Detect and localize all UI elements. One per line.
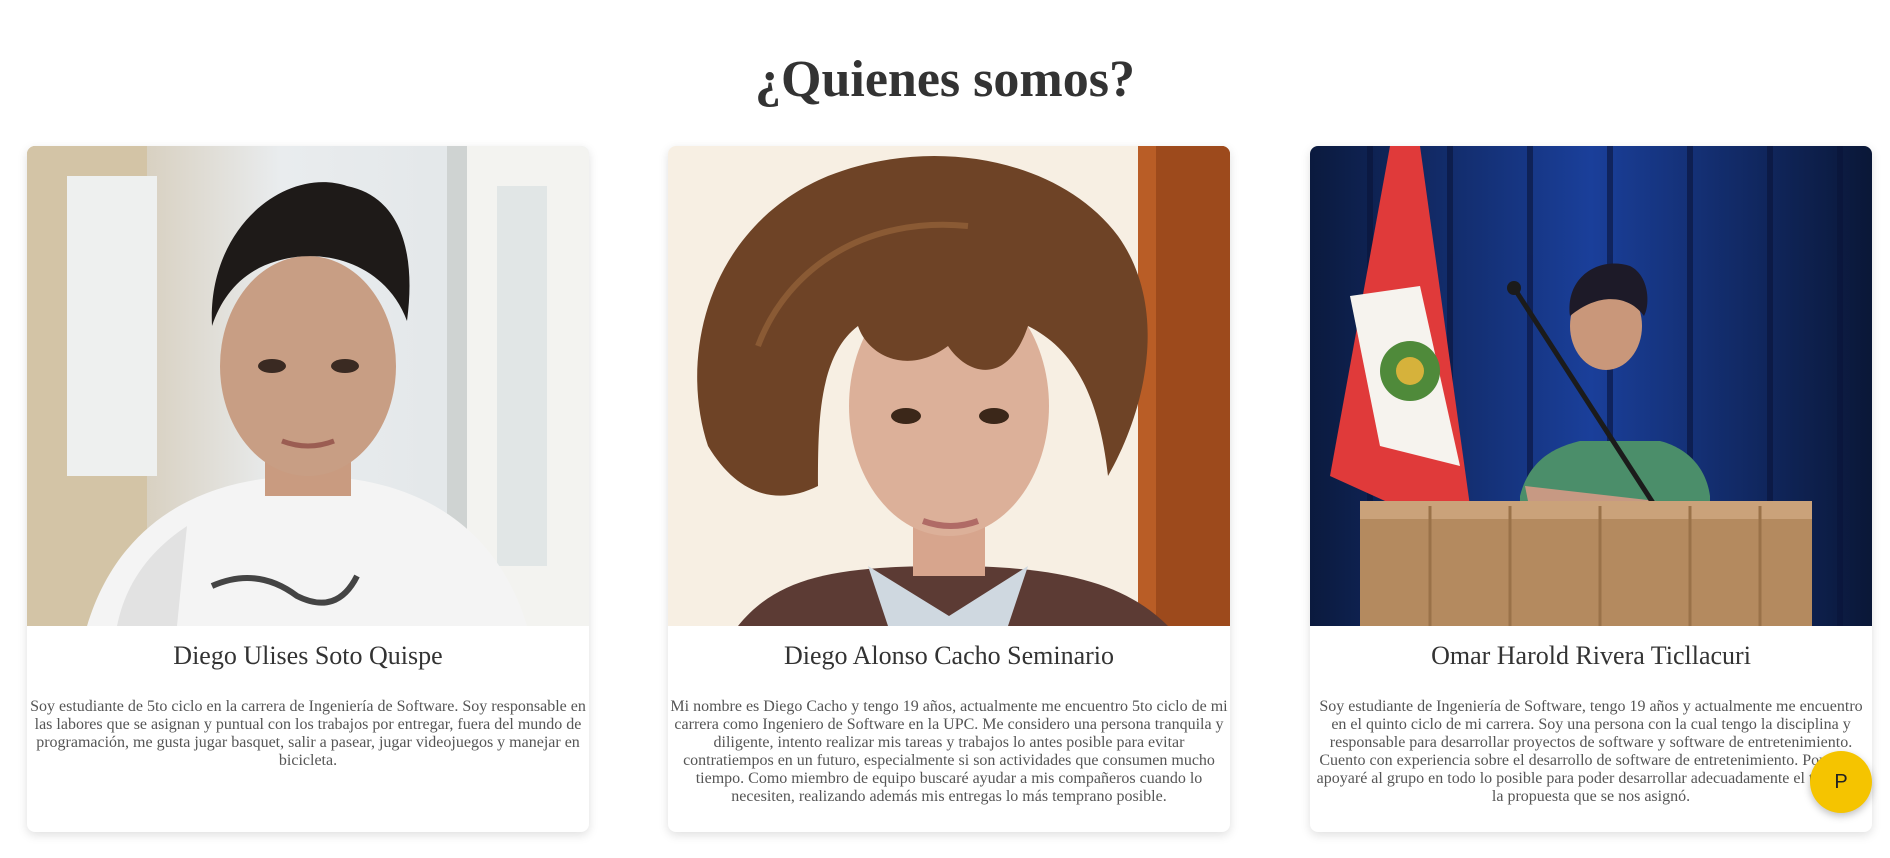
team-cards: Diego Ulises Soto Quispe Soy estudiante … (27, 146, 1872, 834)
team-member-card: Diego Alonso Cacho Seminario Mi nombre e… (668, 146, 1230, 832)
team-member-card: Omar Harold Rivera Ticllacuri Soy estudi… (1310, 146, 1872, 832)
member-name: Omar Harold Rivera Ticllacuri (1431, 641, 1751, 670)
member-photo (27, 146, 589, 626)
team-member-card: Diego Ulises Soto Quispe Soy estudiante … (27, 146, 589, 832)
member-name: Diego Alonso Cacho Seminario (783, 641, 1114, 670)
about-us-page: ¿Quienes somos? Diego Ulises Soto Quispe… (0, 0, 1890, 858)
floating-profile-button[interactable]: P (1810, 751, 1872, 813)
member-description: Soy estudiante de Ingeniería de Software… (1316, 698, 1866, 805)
member-description: Soy estudiante de 5to ciclo en la carrer… (30, 698, 586, 769)
page-title: ¿Quienes somos? (755, 51, 1135, 108)
member-photo (668, 146, 1230, 626)
member-photo (1310, 146, 1872, 626)
member-name: Diego Ulises Soto Quispe (173, 641, 443, 670)
member-description: Mi nombre es Diego Cacho y tengo 19 años… (670, 698, 1228, 805)
